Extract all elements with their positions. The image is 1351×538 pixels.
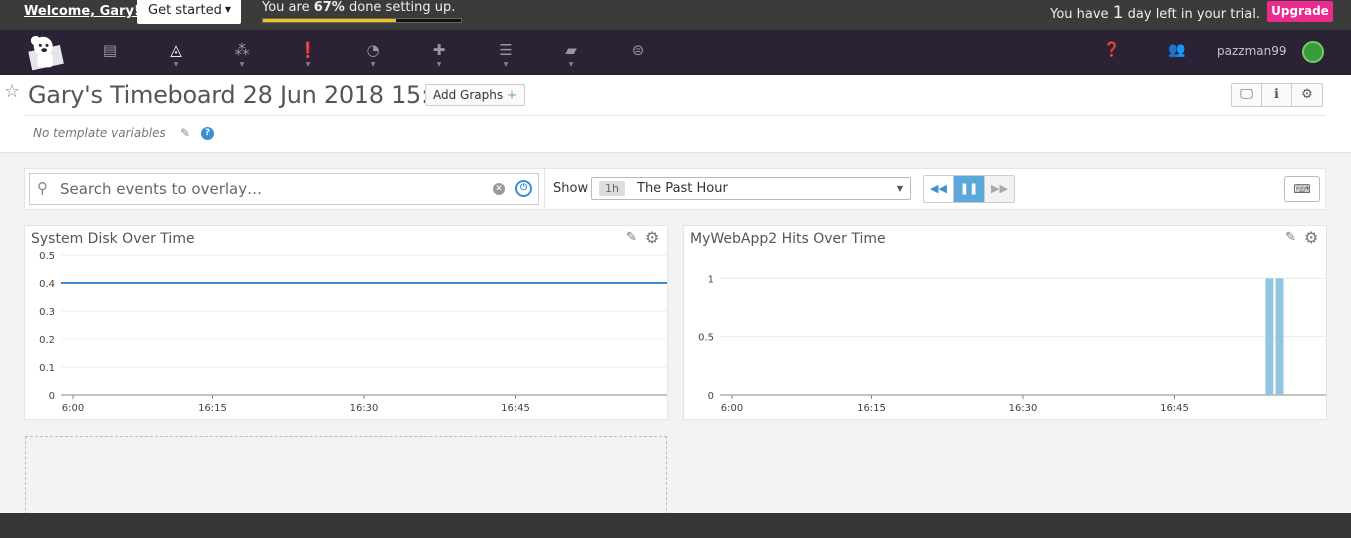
info-icon[interactable]: ℹ — [1262, 84, 1292, 106]
search-box: ⚲ ✕ ⏻ — [29, 173, 539, 205]
trial-prefix: You have — [1050, 7, 1109, 22]
notebooks-icon[interactable]: ▰ ▼ — [557, 38, 585, 68]
setup-progress-bar — [262, 18, 462, 23]
team-icon[interactable]: 👥 — [1168, 42, 1185, 58]
divider — [24, 115, 1326, 116]
get-started-dropdown[interactable]: Get started ▼ — [137, 0, 241, 24]
timeframe-select[interactable]: 1h The Past Hour ▼ — [591, 177, 911, 200]
x-tick-label: 16:15 — [857, 403, 886, 414]
get-started-label: Get started — [148, 3, 222, 18]
dashboard-header: ☆ Gary's Timeboard 28 Jun 2018 15:53 Add… — [0, 75, 1351, 153]
logo-dog-icon[interactable] — [28, 33, 66, 71]
playback-controls: ◀◀ ❚❚ ▶▶ — [923, 175, 1015, 203]
upgrade-button[interactable]: Upgrade — [1267, 1, 1333, 22]
logs-icon[interactable]: ☰ ▼ — [492, 38, 520, 68]
star-icon[interactable]: ☆ — [4, 81, 20, 102]
timeframe-pill: 1h — [599, 181, 625, 196]
clear-icon[interactable]: ✕ — [493, 183, 505, 195]
graph-webapp-hits: MyWebApp2 Hits Over Time ✎ ⚙ 0 0.5 1 6:00 16… — [683, 225, 1327, 420]
bar — [1265, 278, 1274, 395]
divider — [544, 169, 545, 209]
username[interactable]: pazzman99 — [1217, 44, 1287, 58]
template-variables-text: No template variables — [33, 126, 166, 140]
metrics-icon[interactable]: ◔ ▼ — [359, 38, 387, 68]
watchdog-icon[interactable]: ⊜ — [624, 38, 652, 68]
keyboard-icon[interactable]: ⌨ — [1284, 176, 1320, 202]
dashboard-actions: 🖵 ℹ ⚙ — [1231, 83, 1323, 107]
gear-icon[interactable]: ⚙ — [1292, 84, 1322, 106]
monitors-icon[interactable]: ❗ ▼ — [294, 38, 322, 68]
y-tick-label: 0.2 — [39, 335, 55, 346]
integrations-icon[interactable]: ✚ ▼ — [425, 38, 453, 68]
y-tick-label: 0 — [49, 391, 55, 402]
x-tick-label: 16:45 — [1160, 403, 1189, 414]
avatar[interactable] — [1302, 41, 1324, 63]
y-tick-label: 0.5 — [698, 333, 714, 344]
infrastructure-icon[interactable]: ⁂ ▼ — [228, 38, 256, 68]
x-tick-label: 16:30 — [350, 403, 379, 414]
y-tick-label: 1 — [708, 274, 714, 285]
progress-prefix: You are — [262, 0, 310, 15]
y-tick-label: 0.1 — [39, 363, 55, 374]
y-tick-label: 0 — [708, 391, 714, 402]
search-icon: ⚲ — [37, 179, 48, 197]
y-tick-label: 0.3 — [39, 307, 55, 318]
setup-progress-fill — [263, 19, 396, 22]
bar-chart: 0 0.5 1 6:00 16:15 16:30 16:45 — [698, 274, 1326, 414]
add-graphs-button[interactable]: Add Graphs + — [425, 84, 525, 106]
page-title[interactable]: Gary's Timeboard 28 Jun 2018 15:53 — [28, 81, 459, 109]
help-icon[interactable]: ? — [201, 127, 214, 140]
search-input[interactable] — [60, 178, 480, 200]
setup-progress-text: You are 67% done setting up. — [262, 0, 455, 15]
chevron-down-icon: ▼ — [224, 5, 231, 14]
main-nav: ▤ ◬ ▼ ⁂ ▼ ❗ ▼ ◔ ▼ ✚ ▼ ☰ ▼ ▰ ▼ ⊜ ❓ 👥 pazzman99 — [0, 30, 1351, 75]
edit-pencil-icon[interactable]: ✎ — [180, 126, 190, 140]
fast-forward-icon[interactable]: ▶▶ — [984, 176, 1014, 202]
x-tick-label: 6:00 — [62, 403, 84, 414]
pause-icon[interactable]: ❚❚ — [954, 176, 984, 202]
trial-suffix: day left in your trial. — [1127, 7, 1260, 22]
events-icon[interactable]: ▤ — [96, 38, 124, 68]
welcome-text: Welcome, Gary! — [24, 4, 140, 19]
event-toolbar: ⚲ ✕ ⏻ Show 1h The Past Hour ▼ ◀◀ ❚❚ ▶▶ ⌨ — [24, 168, 1326, 210]
rewind-icon[interactable]: ◀◀ — [924, 176, 954, 202]
power-icon[interactable]: ⏻ — [515, 180, 532, 197]
plus-icon: + — [506, 88, 517, 102]
progress-suffix: done setting up. — [348, 0, 456, 15]
edit-pencil-icon[interactable]: ✎ — [1285, 230, 1296, 245]
footer-bar — [0, 513, 1351, 538]
help-icon[interactable]: ❓ — [1103, 42, 1120, 58]
x-tick-label: 16:45 — [501, 403, 530, 414]
gear-icon[interactable]: ⚙ — [645, 228, 659, 247]
trial-days: 1 — [1112, 3, 1124, 23]
x-tick-label: 6:00 — [721, 403, 743, 414]
x-tick-label: 16:15 — [198, 403, 227, 414]
edit-pencil-icon[interactable]: ✎ — [626, 230, 637, 245]
tv-mode-icon[interactable]: 🖵 — [1232, 84, 1262, 106]
x-tick-label: 16:30 — [1009, 403, 1038, 414]
y-tick-label: 0.4 — [39, 279, 55, 290]
chevron-down-icon: ▼ — [896, 184, 903, 193]
graph-title: System Disk Over Time — [31, 231, 195, 247]
graph-title: MyWebApp2 Hits Over Time — [690, 231, 886, 247]
line-chart: 0 0.1 0.2 0.3 0.4 0.5 6:00 16:15 16:30 16:45 — [39, 251, 667, 414]
progress-percent: 67% — [313, 0, 345, 15]
gear-icon[interactable]: ⚙ — [1304, 228, 1318, 247]
add-graphs-label: Add Graphs — [433, 88, 504, 102]
dashboards-icon[interactable]: ◬ ▼ — [162, 38, 190, 68]
graph-system-disk: System Disk Over Time ✎ ⚙ 0 0.1 0.2 0.3 0.4 0… — [24, 225, 668, 420]
show-label: Show — [553, 181, 589, 196]
y-tick-label: 0.5 — [39, 251, 55, 262]
trial-remaining-text: You have 1 day left in your trial. — [1050, 3, 1260, 23]
timeframe-label: The Past Hour — [637, 181, 728, 196]
bar — [1275, 278, 1284, 395]
trial-bar: Welcome, Gary! Get started ▼ You are 67% … — [0, 0, 1351, 30]
